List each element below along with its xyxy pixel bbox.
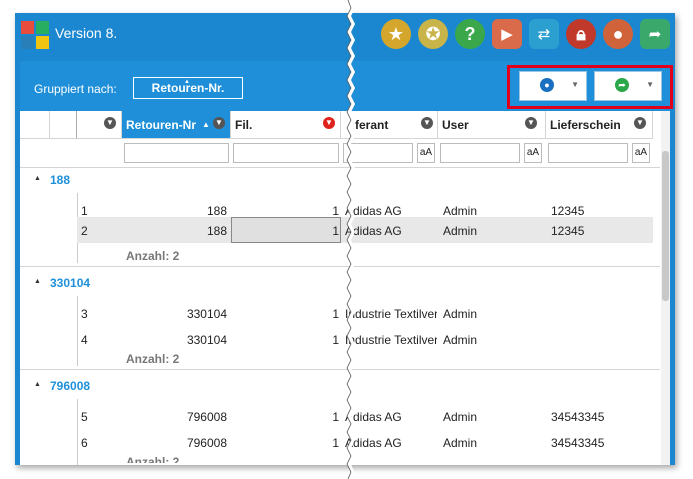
cell-lieferant[interactable]: Adidas AG [345, 410, 437, 424]
app-logo-icon [21, 21, 49, 49]
cell-pos[interactable]: 6 [81, 436, 88, 450]
column-header-user[interactable]: User ▼ [438, 111, 546, 139]
cell-lieferschein[interactable]: 12345 [551, 204, 584, 218]
cell-fil[interactable]: 1 [231, 307, 339, 321]
group-indent-line [77, 296, 78, 366]
cell-pos[interactable]: 2 [81, 224, 88, 238]
cell-user[interactable]: Admin [443, 436, 477, 450]
cell-lieferant[interactable]: Adidas AG [345, 436, 437, 450]
filter-icon[interactable]: ▼ [213, 117, 225, 129]
cell-user[interactable]: Admin [443, 410, 477, 424]
column-label: ferant [355, 118, 389, 132]
collapse-icon[interactable]: ▲ [34, 381, 41, 388]
cell-user[interactable]: Admin [443, 224, 477, 238]
column-header-fil[interactable]: Fil. ▼ [231, 111, 341, 139]
cell-pos[interactable]: 5 [81, 410, 88, 424]
case-toggle[interactable]: aA [524, 143, 542, 163]
award-icon[interactable]: ✪ [418, 19, 448, 49]
filter-icon[interactable]: ▼ [421, 117, 433, 129]
group-separator [20, 266, 660, 267]
filter-icon[interactable]: ▼ [634, 117, 646, 129]
sync-icon[interactable]: ⇄ [529, 19, 559, 49]
cell-pos[interactable]: 4 [81, 333, 88, 347]
cell-fil[interactable]: 1 [231, 204, 339, 218]
group-header[interactable]: 796008 [50, 379, 90, 393]
column-label: Lieferschein [550, 118, 621, 132]
collapse-icon[interactable]: ▲ [34, 278, 41, 285]
vertical-scrollbar[interactable] [661, 111, 670, 465]
group-chip-retouren[interactable]: Retouren-Nr. [133, 72, 243, 99]
filter-icon[interactable]: ▼ [525, 117, 537, 129]
cell-retouren[interactable]: 796008 [122, 410, 227, 424]
cell-lieferant[interactable]: Adidas AG [345, 204, 437, 218]
cell-user[interactable]: Admin [443, 204, 477, 218]
cell-lieferschein[interactable]: 12345 [551, 224, 584, 238]
cell-retouren[interactable]: 188 [122, 204, 227, 218]
cell-lieferant[interactable]: Adidas AG [345, 224, 437, 238]
group-count: Anzahl: 2 [126, 352, 180, 366]
group-header[interactable]: 330104 [50, 276, 90, 290]
cell-fil[interactable]: 1 [231, 410, 339, 424]
cell-lieferant[interactable]: Industrie Textilvertr [345, 307, 437, 321]
group-by-label: Gruppiert nach: [34, 82, 117, 96]
torn-edge-divider [346, 0, 355, 479]
user-icon[interactable]: ● [603, 19, 633, 49]
cell-fil[interactable]: 1 [231, 224, 339, 238]
column-label: Fil. [235, 118, 253, 132]
cell-user[interactable]: Admin [443, 333, 477, 347]
cell-retouren[interactable]: 188 [122, 224, 227, 238]
cell-pos[interactable]: 3 [81, 307, 88, 321]
cell-fil[interactable]: 1 [231, 333, 339, 347]
column-label: User [442, 118, 469, 132]
cell-lieferschein[interactable]: 34543345 [551, 436, 604, 450]
case-toggle[interactable]: aA [632, 143, 650, 163]
cell-retouren[interactable]: 796008 [122, 436, 227, 450]
filter-input-user[interactable] [440, 143, 520, 163]
column-header-retouren[interactable]: Retouren-Nr ▲ ▼ [122, 111, 231, 139]
group-indent-header [50, 111, 77, 139]
video-icon[interactable]: ▶ [492, 19, 522, 49]
filter-active-icon[interactable]: ▼ [323, 117, 335, 129]
highlight-box [507, 65, 673, 109]
lock-icon[interactable]: 🔒︎ [566, 19, 596, 49]
filter-input-retouren[interactable] [124, 143, 229, 163]
export-icon[interactable]: ➦ [640, 19, 670, 49]
scrollbar-thumb[interactable] [662, 151, 669, 301]
sort-asc-icon: ▲ [202, 120, 210, 129]
column-header-pos[interactable]: ▼ [77, 111, 122, 139]
row-indicator-header [20, 111, 50, 139]
group-header[interactable]: 188 [50, 173, 70, 187]
data-grid: ▼ Retouren-Nr ▲ ▼ Fil. ▼ ferant ▼ User ▼… [20, 111, 660, 465]
cell-fil[interactable]: 1 [231, 436, 339, 450]
group-count: Anzahl: 2 [126, 249, 180, 263]
group-indent-line [77, 399, 78, 465]
star-icon[interactable]: ★ [381, 19, 411, 49]
app-title: Version 8. [55, 25, 118, 41]
help-icon[interactable]: ? [455, 19, 485, 49]
cell-lieferschein[interactable]: 34543345 [551, 410, 604, 424]
group-count: Anzahl: 2 [126, 455, 180, 463]
cell-pos[interactable]: 1 [81, 204, 88, 218]
column-header-lieferschein[interactable]: Lieferschein ▼ [546, 111, 653, 139]
collapse-icon[interactable]: ▲ [34, 175, 41, 182]
cell-retouren[interactable]: 330104 [122, 307, 227, 321]
filter-input-fil[interactable] [233, 143, 339, 163]
case-toggle[interactable]: aA [417, 143, 435, 163]
cell-lieferant[interactable]: Industrie Textilvertr [345, 333, 437, 347]
cell-user[interactable]: Admin [443, 307, 477, 321]
filter-input-lieferschein[interactable] [548, 143, 628, 163]
cell-retouren[interactable]: 330104 [122, 333, 227, 347]
group-separator [20, 369, 660, 370]
filter-icon[interactable]: ▼ [104, 117, 116, 129]
column-label: Retouren-Nr [126, 118, 197, 132]
